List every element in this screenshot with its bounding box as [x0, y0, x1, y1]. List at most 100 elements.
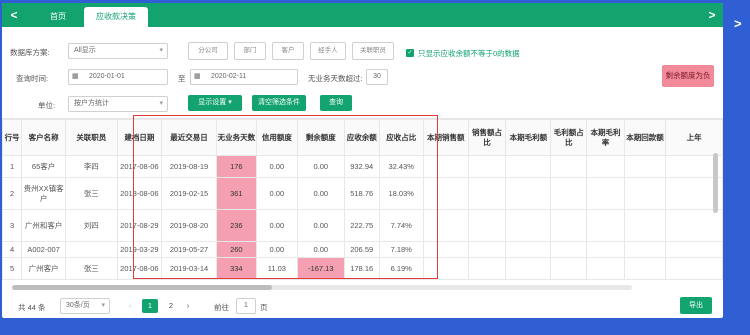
handler-chip[interactable]: 经手人 [310, 42, 346, 60]
col-header[interactable]: 上年 [665, 119, 723, 156]
goto-label: 前往 [214, 303, 229, 312]
cell-empty [586, 257, 625, 280]
cell-empty [665, 257, 723, 280]
col-header[interactable]: 无业务天数 [215, 119, 257, 156]
cell-empty [422, 209, 469, 242]
tab-home[interactable]: 首页 [38, 7, 78, 27]
clear-filters-button[interactable]: 清空筛选条件 [252, 95, 306, 111]
no-trade-days-input[interactable]: 30 [366, 69, 388, 85]
col-header[interactable]: 本期毛利额 [505, 119, 552, 156]
query-button[interactable]: 查询 [320, 95, 352, 111]
data-mode-label: 数据库方案: [10, 48, 50, 57]
department-chip[interactable]: 部门 [234, 42, 266, 60]
negative-remaining-button[interactable]: 剩余额度为负 [662, 65, 714, 87]
cell-last: 2019-08-19 [161, 155, 217, 178]
related-staff-chip[interactable]: 关联职员 [352, 42, 394, 60]
cell-no: 4 [2, 241, 23, 258]
cell-empty [422, 155, 469, 178]
cell-name: 广州和客户 [21, 209, 67, 242]
cell-staff: 李四 [65, 155, 118, 178]
cell-ratio: 7.18% [378, 241, 424, 258]
page-size-select[interactable]: 30条/页 [60, 298, 110, 314]
export-button[interactable]: 导出 [680, 297, 712, 314]
date-to-input[interactable]: ▦ 2020-02-11 [190, 69, 298, 85]
cell-days: 361 [215, 177, 257, 210]
horizontal-scrollbar[interactable] [12, 285, 632, 290]
unit-label: 单位: [38, 101, 56, 110]
customer-chip[interactable]: 客户 [272, 42, 304, 60]
cell-days: 176 [215, 155, 257, 178]
table-header-row: 行号 客户名称 关联职员 建档日期 最近交易日 无业务天数 信用额度 剩余额度 … [2, 119, 723, 156]
cell-no: 1 [2, 155, 23, 178]
col-header[interactable]: 销售额占比 [467, 119, 507, 156]
data-mode-select[interactable]: All显示 [68, 43, 168, 59]
cell-ratio: 18.03% [378, 177, 424, 210]
cell-created: 2017-08-29 [116, 209, 163, 242]
page-2[interactable]: 2 [164, 299, 178, 313]
filter-panel: 数据库方案: All显示 分公司 部门 客户 经手人 关联职员 ✓ 只显示应收余… [2, 27, 723, 117]
col-header[interactable]: 应收占比 [378, 119, 424, 156]
unit-select[interactable]: 按户方统计 [68, 96, 168, 112]
cell-empty [550, 155, 588, 178]
cell-days: 236 [215, 209, 257, 242]
col-header[interactable]: 客户名称 [21, 119, 67, 156]
cell-empty [550, 241, 588, 258]
col-header[interactable]: 行号 [2, 119, 23, 156]
tab-scroll-left-icon[interactable]: < [4, 3, 24, 27]
col-header[interactable]: 信用额度 [255, 119, 298, 156]
page-1[interactable]: 1 [142, 299, 158, 313]
cell-days: 260 [215, 241, 257, 258]
col-header[interactable]: 最近交易日 [161, 119, 217, 156]
table-row[interactable]: 2 贵州XX镇客户 张三 2018-08-06 2019-02-15 361 0.00 0.0… [2, 177, 723, 210]
col-header[interactable]: 应收余额 [343, 119, 380, 156]
date-from-input[interactable]: ▦ 2020-01-01 [68, 69, 168, 85]
cell-name: 广州客户 [21, 257, 67, 280]
cell-recv: 206.59 [343, 241, 380, 258]
col-header[interactable]: 本期销售额 [422, 119, 469, 156]
goto-input[interactable]: 1 [236, 298, 256, 314]
only-nonzero-checkbox[interactable]: ✓ [406, 49, 414, 57]
cell-recv: 222.75 [343, 209, 380, 242]
cell-empty [623, 241, 667, 258]
table-row[interactable]: 5 广州客户 张三 2017-08-06 2019-03-14 334 11.03 -167.… [2, 257, 723, 280]
col-header[interactable]: 建档日期 [116, 119, 163, 156]
col-header[interactable]: 毛利额占比 [550, 119, 588, 156]
col-header[interactable]: 关联职员 [65, 119, 118, 156]
page-right-arrow-icon[interactable]: > [734, 16, 742, 31]
calendar-icon: ▦ [194, 73, 201, 80]
tab-scroll-right-icon[interactable]: > [702, 3, 722, 27]
cell-ratio: 7.74% [378, 209, 424, 242]
next-page-icon[interactable]: › [182, 299, 194, 313]
only-nonzero-label: 只显示应收余额不等于0的数据 [418, 49, 520, 58]
table-row[interactable]: 1 65客户 李四 2017-08-06 2019-08-19 176 0.00 0.00 93… [2, 155, 723, 178]
date-range-label: 查询时间: [16, 74, 49, 83]
cell-empty [586, 155, 625, 178]
table-row[interactable]: 4 A002-007 2019-03-29 2019-05-27 260 0.00 0.00… [2, 241, 723, 258]
cell-name: A002-007 [21, 241, 67, 258]
cell-empty [422, 177, 469, 210]
cell-last: 2019-05-27 [161, 241, 217, 258]
total-count: 共 44 条 [18, 303, 46, 312]
cell-empty [505, 155, 552, 178]
cell-credit: 0.00 [255, 177, 298, 210]
scroll-thumb[interactable] [12, 285, 272, 290]
goto-unit: 页 [260, 303, 268, 312]
show-settings-button[interactable]: 显示设置 ▾ [188, 95, 242, 111]
cell-empty [623, 209, 667, 242]
col-header[interactable]: 本期回款额 [623, 119, 667, 156]
calendar-icon: ▦ [72, 73, 79, 80]
table-row[interactable]: 3 广州和客户 刘四 2017-08-29 2019-08-20 236 0.00 0.00 2… [2, 209, 723, 242]
cell-recv: 932.94 [343, 155, 380, 178]
cell-staff: 张三 [65, 257, 118, 280]
date-to-label: 至 [178, 74, 186, 83]
vertical-scrollbar[interactable] [713, 153, 718, 213]
cell-empty [422, 257, 469, 280]
col-header[interactable]: 本期毛利率 [586, 119, 625, 156]
prev-page-icon[interactable]: ‹ [124, 299, 136, 313]
tab-receivables[interactable]: 应收款决策 [84, 7, 148, 27]
cell-empty [467, 209, 507, 242]
cell-staff [65, 241, 118, 258]
col-header[interactable]: 剩余额度 [296, 119, 345, 156]
branch-chip[interactable]: 分公司 [188, 42, 228, 60]
cell-remain: 0.00 [296, 241, 345, 258]
